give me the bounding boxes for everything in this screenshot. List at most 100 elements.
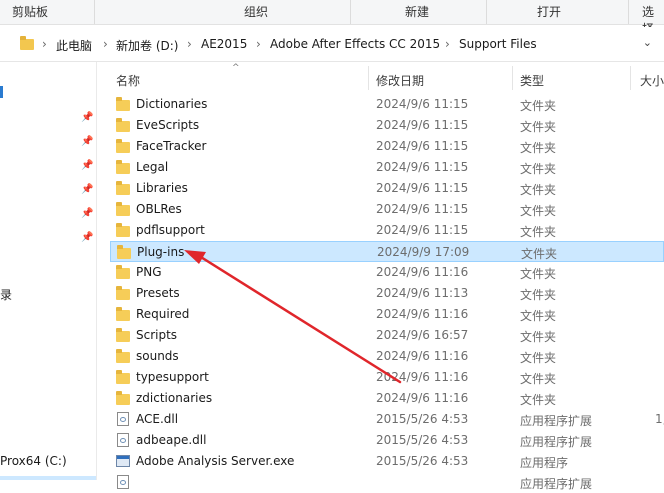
file-type: 文件夹 (520, 141, 557, 155)
file-name: Required (136, 307, 190, 321)
folder-icon (20, 36, 34, 50)
column-header-type[interactable]: 类型 (520, 72, 544, 89)
folder-icon (116, 223, 130, 237)
file-name: pdflsupport (136, 223, 205, 237)
file-type: 文件夹 (520, 162, 557, 176)
file-row[interactable]: EveScripts 2024/9/6 11:15 文件夹 (110, 115, 664, 136)
file-type: 文件夹 (520, 351, 557, 365)
address-bar[interactable]: › 此电脑 › 新加卷 (D:) › AE2015 › Adobe After … (0, 27, 664, 62)
file-name: PNG (136, 265, 162, 279)
file-list[interactable]: Dictionaries 2024/9/6 11:15 文件夹 EveScripts 2… (98, 93, 664, 491)
file-row[interactable]: Legal 2024/9/6 11:15 文件夹 (110, 157, 664, 178)
pin-icon[interactable]: 📌 (81, 232, 93, 243)
file-name: FaceTracker (136, 139, 207, 153)
file-row[interactable]: OBLRes 2024/9/6 11:15 文件夹 (110, 199, 664, 220)
file-date: 2024/9/6 11:13 (376, 286, 469, 300)
folder-icon (116, 391, 130, 405)
sort-ascending-icon: ^ (232, 63, 240, 73)
file-type: 文件夹 (520, 225, 557, 239)
file-row[interactable]: Plug-ins 2024/9/9 17:09 文件夹 (110, 241, 664, 262)
file-row[interactable]: Dictionaries 2024/9/6 11:15 文件夹 (110, 94, 664, 115)
file-row[interactable]: pdflsupport 2024/9/6 11:15 文件夹 (110, 220, 664, 241)
file-name: ACE.dll (136, 412, 179, 426)
file-row[interactable]: FaceTracker 2024/9/6 11:15 文件夹 (110, 136, 664, 157)
file-row[interactable]: Scripts 2024/9/6 16:57 文件夹 (110, 325, 664, 346)
file-type: 文件夹 (520, 393, 557, 407)
nav-item-drive-c[interactable]: Prox64 (C:) (0, 454, 67, 468)
breadcrumb-this-pc[interactable]: 此电脑 (56, 37, 92, 54)
ribbon-group-open[interactable]: 打开 (537, 3, 561, 20)
file-date: 2015/5/26 4:53 (376, 412, 469, 426)
file-date: 2024/9/6 11:15 (376, 223, 469, 237)
nav-indicator (0, 86, 3, 98)
file-date: 2024/9/6 16:57 (376, 328, 469, 342)
folder-icon (116, 328, 130, 342)
ribbon-divider (628, 0, 629, 24)
ribbon-group-organize[interactable]: 组织 (244, 3, 268, 20)
folder-icon (117, 245, 131, 259)
file-date: 2015/5/26 4:53 (376, 433, 469, 447)
file-row[interactable]: zdictionaries 2024/9/6 11:16 文件夹 (110, 388, 664, 409)
pin-icon[interactable]: 📌 (81, 112, 93, 123)
file-row[interactable]: Required 2024/9/6 11:16 文件夹 (110, 304, 664, 325)
pin-icon[interactable]: 📌 (81, 208, 93, 219)
dll-icon (117, 433, 129, 447)
file-row[interactable]: ACE.dll 2015/5/26 4:53 应用程序扩展 1, (110, 409, 664, 430)
file-name: typesupport (136, 370, 209, 384)
file-row[interactable]: sounds 2024/9/6 11:16 文件夹 (110, 346, 664, 367)
pin-icon[interactable]: 📌 (81, 136, 93, 147)
ribbon-divider (350, 0, 351, 24)
file-date: 2024/9/6 11:16 (376, 349, 469, 363)
chevron-down-icon[interactable]: ⌄ (643, 36, 652, 49)
column-header-size[interactable]: 大小 (640, 72, 664, 89)
file-type: 文件夹 (520, 183, 557, 197)
file-date: 2024/9/6 11:15 (376, 160, 469, 174)
file-row[interactable]: Libraries 2024/9/6 11:15 文件夹 (110, 178, 664, 199)
chevron-right-icon[interactable]: › (256, 37, 261, 51)
breadcrumb[interactable]: › 此电脑 › 新加卷 (D:) › AE2015 › Adobe After … (12, 31, 652, 57)
chevron-right-icon[interactable]: › (103, 37, 108, 51)
ribbon-group-clipboard[interactable]: 剪贴板 (12, 3, 48, 20)
column-divider[interactable] (630, 66, 631, 90)
nav-item-partial[interactable]: 录 (0, 286, 12, 303)
navigation-pane[interactable]: 📌 📌 📌 📌 📌 📌 录 Prox64 (C:) (0, 62, 97, 480)
chevron-right-icon[interactable]: › (445, 37, 450, 51)
file-name: Libraries (136, 181, 188, 195)
file-type: 文件夹 (520, 204, 557, 218)
pin-icon[interactable]: 📌 (81, 184, 93, 195)
column-header-date[interactable]: 修改日期 (376, 72, 424, 89)
file-row[interactable]: 应用程序扩展 (110, 472, 664, 493)
breadcrumb-support-files[interactable]: Support Files (459, 37, 537, 51)
file-row[interactable]: adbeape.dll 2015/5/26 4:53 应用程序扩展 (110, 430, 664, 451)
column-header-name[interactable]: 名称 (116, 72, 140, 89)
file-type: 文件夹 (520, 99, 557, 113)
folder-icon (116, 286, 130, 300)
file-row[interactable]: Adobe Analysis Server.exe 2015/5/26 4:53 应… (110, 451, 664, 472)
file-date: 2024/9/6 11:15 (376, 139, 469, 153)
file-type: 应用程序扩展 (520, 477, 593, 491)
chevron-right-icon[interactable]: › (187, 37, 192, 51)
pin-icon[interactable]: 📌 (81, 160, 93, 171)
folder-icon (116, 160, 130, 174)
file-name: Scripts (136, 328, 178, 342)
breadcrumb-drive-d[interactable]: 新加卷 (D:) (116, 37, 178, 54)
file-date: 2024/9/6 11:15 (376, 118, 469, 132)
file-type: 文件夹 (520, 120, 557, 134)
ribbon-divider (486, 0, 487, 24)
folder-icon (116, 118, 130, 132)
ribbon-group-new[interactable]: 新建 (405, 3, 429, 20)
column-divider[interactable] (512, 66, 513, 90)
column-divider[interactable] (368, 66, 369, 90)
folder-icon (116, 265, 130, 279)
chevron-right-icon[interactable]: › (42, 37, 47, 51)
file-row[interactable]: typesupport 2024/9/6 11:16 文件夹 (110, 367, 664, 388)
file-row[interactable]: Presets 2024/9/6 11:13 文件夹 (110, 283, 664, 304)
file-name: Dictionaries (136, 97, 208, 111)
folder-icon (116, 181, 130, 195)
breadcrumb-after-effects[interactable]: Adobe After Effects CC 2015 (270, 37, 440, 51)
file-date: 2024/9/6 11:15 (376, 202, 469, 216)
file-type: 文件夹 (521, 247, 558, 261)
file-row[interactable]: PNG 2024/9/6 11:16 文件夹 (110, 262, 664, 283)
file-name: adbeape.dll (136, 433, 207, 447)
breadcrumb-ae2015[interactable]: AE2015 (201, 37, 247, 51)
